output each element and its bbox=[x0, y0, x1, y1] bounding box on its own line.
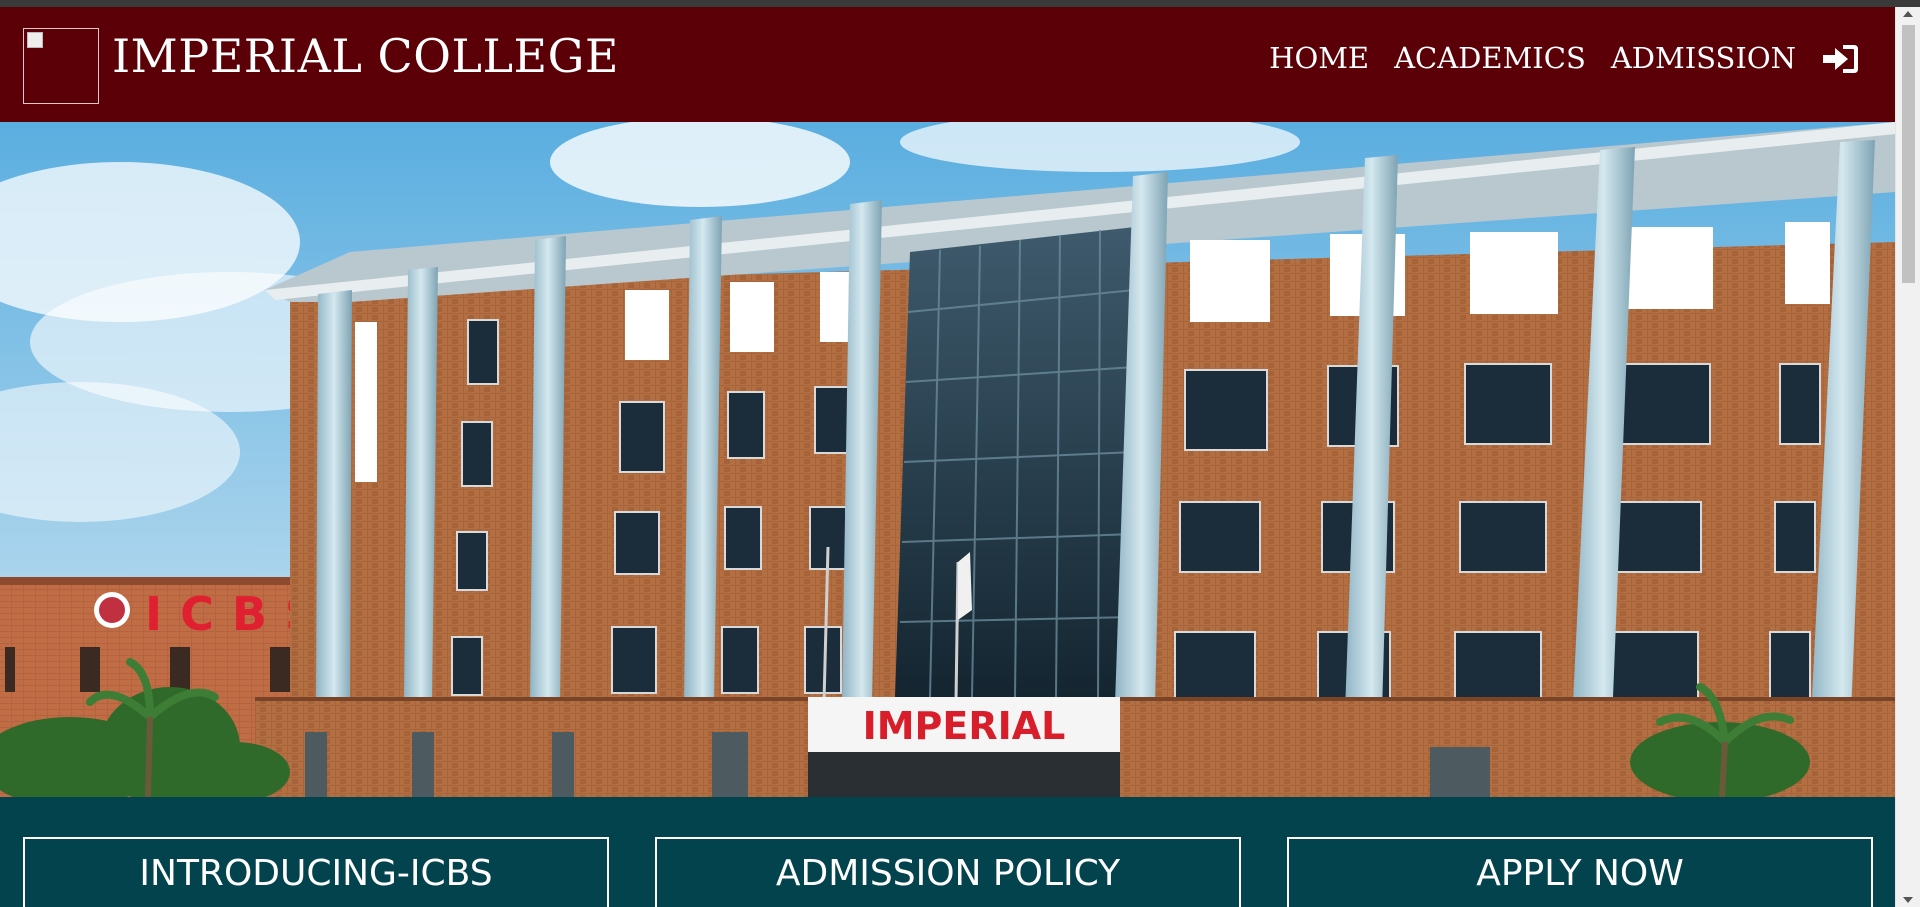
scroll-thumb[interactable] bbox=[1902, 25, 1915, 283]
broken-image-icon bbox=[27, 32, 43, 48]
browser-top-strip bbox=[0, 0, 1920, 7]
nav-admission-link[interactable]: ADMISSION bbox=[1611, 40, 1796, 78]
introducing-icbs-button[interactable]: INTRODUCING-ICBS bbox=[23, 837, 609, 907]
campus-building-image: ICBS IMPERIAL bbox=[0, 122, 1895, 797]
scroll-down-arrow-icon[interactable] bbox=[1903, 897, 1913, 903]
quick-links-band: INTRODUCING-ICBS ADMISSION POLICY APPLY … bbox=[0, 797, 1895, 907]
imperial-sign: IMPERIAL bbox=[863, 704, 1066, 748]
page: IMPERIAL COLLEGE HOME ACADEMICS ADMISSIO… bbox=[0, 7, 1895, 907]
sign-in-icon[interactable] bbox=[1821, 42, 1861, 76]
brand-title[interactable]: IMPERIAL COLLEGE bbox=[112, 29, 619, 84]
hero-banner: ICBS IMPERIAL bbox=[0, 122, 1895, 797]
nav-home-link[interactable]: HOME bbox=[1269, 40, 1369, 78]
apply-now-button[interactable]: APPLY NOW bbox=[1287, 837, 1873, 907]
page-scrollbar[interactable] bbox=[1895, 7, 1920, 907]
college-logo[interactable] bbox=[23, 28, 99, 104]
admission-policy-button[interactable]: ADMISSION POLICY bbox=[655, 837, 1241, 907]
navbar: IMPERIAL COLLEGE HOME ACADEMICS ADMISSIO… bbox=[0, 7, 1895, 122]
nav-academics-link[interactable]: ACADEMICS bbox=[1394, 40, 1586, 78]
scroll-up-arrow-icon[interactable] bbox=[1903, 11, 1913, 17]
main-nav: HOME ACADEMICS ADMISSION bbox=[1244, 40, 1861, 78]
